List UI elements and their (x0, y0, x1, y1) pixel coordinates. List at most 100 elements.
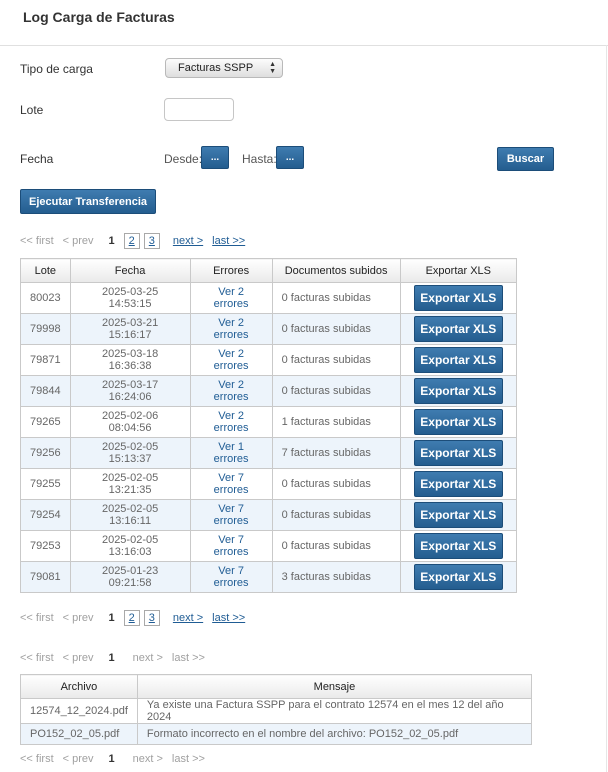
table-row: 79256 2025-02-05 15:13:37 Ver 1 errores 7 f… (20, 437, 518, 469)
pager-prev: < prev (62, 235, 94, 247)
right-border (606, 45, 607, 772)
pager-first: << first (20, 612, 54, 624)
fecha-cell: 2025-02-05 13:21:35 (69, 468, 191, 500)
pager-last[interactable]: last >> (212, 235, 245, 247)
lote-cell: 79253 (20, 530, 71, 562)
exportar-xls-button[interactable]: Exportar XLS (413, 533, 503, 559)
pager-page-3[interactable]: 3 (143, 610, 160, 626)
archivo-cell: 12574_12_2024.pdf (20, 698, 138, 724)
exportar-cell: Exportar XLS (399, 406, 518, 438)
pager-next[interactable]: next > (173, 235, 203, 247)
documentos-cell: 0 facturas subidas (271, 313, 401, 345)
table-row: 79844 2025-03-17 16:24:06 Ver 2 errores 0 f… (20, 375, 518, 407)
hasta-label: Hasta: (242, 152, 277, 166)
exportar-xls-button[interactable]: Exportar XLS (413, 378, 503, 404)
exportar-cell: Exportar XLS (399, 561, 518, 593)
fecha-cell: 2025-03-17 16:24:06 (69, 375, 191, 407)
hasta-date-picker-button[interactable]: ... (276, 146, 304, 169)
fecha-cell: 2025-03-21 15:16:17 (69, 313, 191, 345)
tipo-carga-label: Tipo de carga (20, 62, 93, 76)
column-header-documentos: Documentos subidos (271, 258, 401, 283)
exportar-xls-button[interactable]: Exportar XLS (413, 502, 503, 528)
exportar-xls-button[interactable]: Exportar XLS (413, 564, 503, 590)
ver-errores-link[interactable]: Ver 7 errores (189, 468, 273, 500)
exportar-cell: Exportar XLS (399, 468, 518, 500)
table-row: PO152_02_05.pdf Formato incorrecto en el … (20, 723, 533, 745)
exportar-cell: Exportar XLS (399, 530, 518, 562)
lote-label: Lote (20, 103, 44, 117)
fecha-label: Fecha (20, 152, 54, 166)
ver-errores-link[interactable]: Ver 2 errores (189, 375, 273, 407)
select-arrows-icon: ▲ ▼ (269, 61, 276, 75)
pager-page-2[interactable]: 2 (123, 233, 140, 249)
ver-errores-link[interactable]: Ver 2 errores (189, 344, 273, 376)
table-row: 79255 2025-02-05 13:21:35 Ver 7 errores 0 f… (20, 468, 518, 500)
exportar-cell: Exportar XLS (399, 375, 518, 407)
column-header-archivo: Archivo (20, 674, 138, 699)
tipo-carga-value: Facturas SSPP (178, 62, 254, 74)
fecha-cell: 2025-03-18 16:36:38 (69, 344, 191, 376)
pager-next: next > (132, 753, 163, 765)
exportar-cell: Exportar XLS (399, 282, 518, 314)
ver-errores-link[interactable]: Ver 7 errores (189, 499, 273, 531)
buscar-button[interactable]: Buscar (497, 147, 554, 171)
page-title: Log Carga de Facturas (23, 9, 175, 25)
exportar-xls-button[interactable]: Exportar XLS (413, 316, 503, 342)
documentos-cell: 0 facturas subidas (271, 499, 401, 531)
exportar-cell: Exportar XLS (399, 313, 518, 345)
exportar-xls-button[interactable]: Exportar XLS (413, 285, 503, 311)
table-row: 79081 2025-01-23 09:21:58 Ver 7 errores 3 f… (20, 561, 518, 593)
exportar-xls-button[interactable]: Exportar XLS (413, 440, 503, 466)
documentos-cell: 0 facturas subidas (271, 375, 401, 407)
ver-errores-link[interactable]: Ver 2 errores (189, 282, 273, 314)
table-row: 79998 2025-03-21 15:16:17 Ver 2 errores 0 f… (20, 313, 518, 345)
exportar-cell: Exportar XLS (399, 437, 518, 469)
ver-errores-link[interactable]: Ver 2 errores (189, 406, 273, 438)
tipo-carga-select[interactable]: Facturas SSPP ▲ ▼ (165, 58, 283, 78)
pager-page-2[interactable]: 2 (123, 610, 140, 626)
pager-page-3[interactable]: 3 (143, 233, 160, 249)
pager-first: << first (20, 753, 54, 765)
table-header-row: Archivo Mensaje (20, 674, 533, 699)
pager-next[interactable]: next > (173, 612, 203, 624)
pager-last: last >> (171, 753, 205, 765)
column-header-lote: Lote (20, 258, 71, 283)
pager-prev: < prev (62, 612, 94, 624)
pager-last[interactable]: last >> (212, 612, 245, 624)
exportar-cell: Exportar XLS (399, 499, 518, 531)
exportar-cell: Exportar XLS (399, 344, 518, 376)
pager-prev: < prev (62, 753, 94, 765)
column-header-errores: Errores (189, 258, 273, 283)
lote-cell: 79844 (20, 375, 71, 407)
ver-errores-link[interactable]: Ver 7 errores (189, 530, 273, 562)
table-row: 12574_12_2024.pdf Ya existe una Factura S… (20, 698, 533, 724)
exportar-xls-button[interactable]: Exportar XLS (413, 471, 503, 497)
column-header-exportar: Exportar XLS (399, 258, 518, 283)
messages-pager-bottom: << first < prev 1 next > last >> (20, 753, 214, 765)
lote-cell: 79081 (20, 561, 71, 593)
table-row: 80023 2025-03-25 14:53:15 Ver 2 errores 0 f… (20, 282, 518, 314)
exportar-xls-button[interactable]: Exportar XLS (413, 409, 503, 435)
ejecutar-transferencia-button[interactable]: Ejecutar Transferencia (20, 189, 156, 214)
archivo-cell: PO152_02_05.pdf (20, 723, 138, 745)
mensaje-cell: Formato incorrecto en el nombre del arch… (136, 723, 533, 745)
pager-last: last >> (171, 652, 205, 664)
ver-errores-link[interactable]: Ver 1 errores (189, 437, 273, 469)
documentos-cell: 0 facturas subidas (271, 344, 401, 376)
desde-date-picker-button[interactable]: ... (201, 146, 229, 169)
lote-input[interactable] (164, 98, 234, 121)
exportar-xls-button[interactable]: Exportar XLS (413, 347, 503, 373)
pager-page-current: 1 (108, 753, 115, 765)
lote-cell: 80023 (20, 282, 71, 314)
ver-errores-link[interactable]: Ver 7 errores (189, 561, 273, 593)
messages-pager-top: << first < prev 1 next > last >> (20, 652, 214, 664)
documentos-cell: 0 facturas subidas (271, 468, 401, 500)
lote-cell: 79254 (20, 499, 71, 531)
lote-cell: 79998 (20, 313, 71, 345)
table-row: 79253 2025-02-05 13:16:03 Ver 7 errores 0 f… (20, 530, 518, 562)
desde-label: Desde: (164, 152, 203, 166)
ver-errores-link[interactable]: Ver 2 errores (189, 313, 273, 345)
pager-page-current: 1 (108, 235, 115, 247)
fecha-cell: 2025-02-05 15:13:37 (69, 437, 191, 469)
pager-top: << first < prev 1 2 3 next > last >> (20, 233, 254, 249)
